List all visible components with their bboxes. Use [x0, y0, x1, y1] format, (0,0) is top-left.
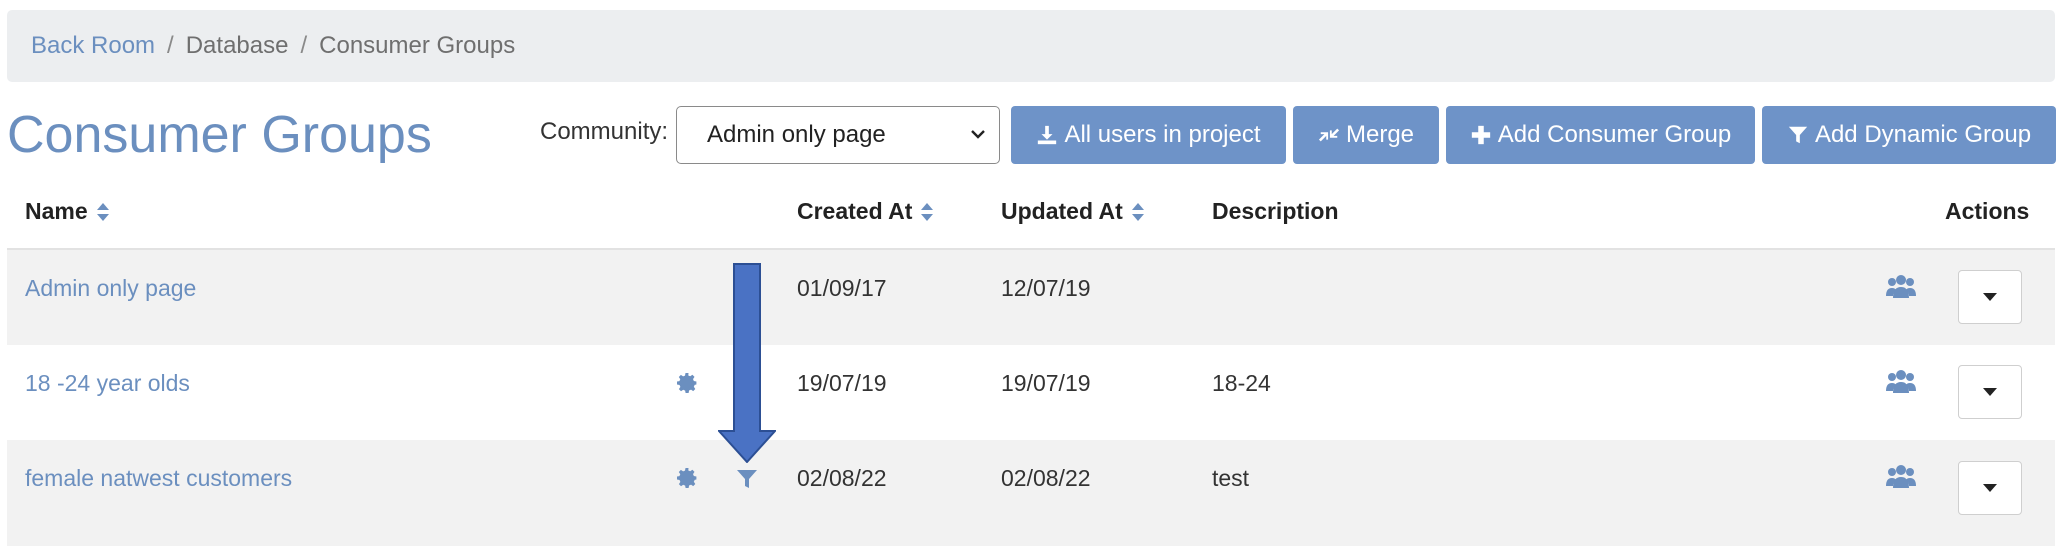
description-cell: 18-24 [1212, 370, 1271, 396]
page-title: Consumer Groups [7, 106, 432, 164]
annotation-arrow [718, 263, 776, 463]
filter-icon[interactable] [735, 467, 759, 491]
add-dynamic-group-label: Add Dynamic Group [1814, 121, 2032, 148]
table-row [7, 440, 2055, 546]
users-icon[interactable] [1886, 369, 1916, 395]
add-consumer-group-button[interactable]: Add Consumer Group [1446, 106, 1755, 164]
created-at-cell: 19/07/19 [797, 370, 887, 396]
breadcrumb-separator: / [167, 32, 174, 59]
row-actions-dropdown[interactable] [1958, 461, 2022, 515]
column-header-description: Description [1212, 198, 1339, 225]
description-cell: test [1212, 465, 1250, 491]
community-label: Community: [540, 118, 669, 145]
compress-arrows-icon [1318, 128, 1340, 142]
caret-down-icon [1983, 388, 1997, 396]
breadcrumb-current: Consumer Groups [319, 32, 516, 59]
breadcrumb: Back Room / Database / Consumer Groups [7, 10, 2055, 82]
all-users-label: All users in project [1064, 121, 1261, 148]
updated-at-cell: 19/07/19 [1001, 370, 1091, 396]
plus-icon [1471, 125, 1490, 145]
users-icon[interactable] [1886, 274, 1916, 300]
column-header-actions-label: Actions [1945, 198, 2030, 224]
users-icon[interactable] [1886, 464, 1916, 490]
column-header-created-label: Created At [797, 198, 913, 224]
column-header-name-label: Name [25, 198, 88, 224]
breadcrumb-back-room[interactable]: Back Room [31, 32, 155, 60]
group-name-link[interactable]: 18 -24 year olds [25, 370, 190, 397]
sort-icon [96, 202, 109, 221]
download-icon [1038, 125, 1057, 145]
gear-icon[interactable] [675, 466, 699, 490]
merge-label: Merge [1345, 121, 1415, 148]
breadcrumb-separator: / [300, 32, 308, 59]
merge-button[interactable]: Merge [1293, 106, 1439, 164]
column-header-description-label: Description [1212, 198, 1339, 224]
updated-at-cell: 12/07/19 [1001, 275, 1091, 301]
created-at-cell: 01/09/17 [797, 275, 887, 301]
all-users-button[interactable]: All users in project [1011, 106, 1286, 164]
community-selected-value: Admin only page [707, 121, 886, 148]
add-consumer-group-label: Add Consumer Group [1497, 121, 1732, 148]
gear-icon[interactable] [675, 371, 699, 395]
caret-down-icon [1983, 484, 1997, 492]
add-dynamic-group-button[interactable]: Add Dynamic Group [1762, 106, 2056, 164]
chevron-down-icon [971, 130, 985, 139]
caret-down-icon [1983, 293, 1997, 301]
column-header-updated-at[interactable]: Updated At [1001, 198, 1145, 225]
group-name-link[interactable]: female natwest customers [25, 465, 292, 492]
filter-icon [1788, 126, 1808, 144]
column-header-created-at[interactable]: Created At [797, 198, 934, 225]
row-actions-dropdown[interactable] [1958, 270, 2022, 324]
sort-icon [921, 202, 934, 221]
row-actions-dropdown[interactable] [1958, 365, 2022, 419]
group-name-link[interactable]: Admin only page [25, 275, 196, 302]
column-header-actions: Actions [1945, 198, 2029, 225]
updated-at-cell: 02/08/22 [1001, 465, 1091, 491]
sort-icon [1131, 202, 1144, 221]
breadcrumb-database: Database [185, 32, 289, 59]
column-header-name[interactable]: Name [25, 198, 110, 225]
community-select[interactable]: Admin only page [676, 106, 1000, 164]
created-at-cell: 02/08/22 [797, 465, 887, 491]
column-header-updated-label: Updated At [1001, 198, 1123, 224]
